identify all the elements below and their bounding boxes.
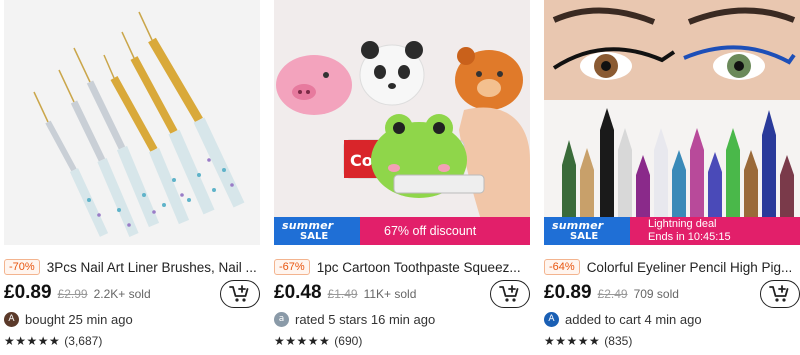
deal-countdown: Ends in 10:45:15 xyxy=(648,231,731,243)
promo-text: 67% off discount xyxy=(360,217,530,245)
activity-text: added to cart 4 min ago xyxy=(565,311,702,327)
rating: ★★★★★ (3,687) xyxy=(4,333,102,349)
promo-banner: summer SALE Lightning deal Ends in 10:45… xyxy=(544,217,800,245)
original-price: £2.99 xyxy=(57,287,88,301)
rating: ★★★★★ (835) xyxy=(544,333,632,349)
nail-brushes-image xyxy=(4,0,260,245)
sold-count: 709 sold xyxy=(633,287,679,301)
original-price: £2.49 xyxy=(597,287,628,301)
add-to-cart-icon xyxy=(229,285,249,302)
recent-activity: A added to cart 4 min ago xyxy=(544,310,702,328)
product-card[interactable]: -70% 3Pcs Nail Art Liner Brushes, Nail .… xyxy=(4,0,260,355)
activity-text: rated 5 stars 16 min ago xyxy=(295,311,436,327)
current-price: £0.89 xyxy=(4,282,52,303)
product-title[interactable]: 1pc Cartoon Toothpaste Squeez... xyxy=(317,260,530,275)
current-price: £0.48 xyxy=(274,282,322,303)
summer-sale-tag: summer SALE xyxy=(544,217,630,245)
sold-count: 11K+ sold xyxy=(363,287,417,301)
product-image-eyeliner-pencils[interactable]: summer SALE Lightning deal Ends in 10:45… xyxy=(544,0,800,245)
avatar: a xyxy=(274,311,289,327)
summer-sale-tag: summer SALE xyxy=(274,217,360,245)
recent-activity: a rated 5 stars 16 min ago xyxy=(274,310,435,328)
title-row: -64% Colorful Eyeliner Pencil High Pig..… xyxy=(544,257,800,277)
rating: ★★★★★ (690) xyxy=(274,333,362,349)
discount-badge: -64% xyxy=(544,259,580,275)
avatar: A xyxy=(4,311,19,327)
original-price: £1.49 xyxy=(327,287,358,301)
star-rating-icon: ★★★★★ xyxy=(4,334,61,348)
lightning-deal-label: Lightning deal xyxy=(648,218,717,230)
add-to-cart-button[interactable] xyxy=(220,280,260,308)
add-to-cart-button[interactable] xyxy=(760,280,800,308)
product-card[interactable]: summer SALE Lightning deal Ends in 10:45… xyxy=(544,0,800,355)
product-title[interactable]: Colorful Eyeliner Pencil High Pig... xyxy=(587,260,800,275)
title-row: -67% 1pc Cartoon Toothpaste Squeez... xyxy=(274,257,530,277)
sold-count: 2.2K+ sold xyxy=(93,287,151,301)
star-rating-icon: ★★★★★ xyxy=(274,334,331,348)
product-card[interactable]: Col summer SALE 67% off discount -67% 1p… xyxy=(274,0,530,355)
product-image-nail-brushes[interactable] xyxy=(4,0,260,245)
add-to-cart-icon xyxy=(499,285,519,302)
product-title[interactable]: 3Pcs Nail Art Liner Brushes, Nail ... xyxy=(47,260,260,275)
toothpaste-squeezer-image: Col xyxy=(274,0,530,245)
sale-label: SALE xyxy=(570,231,599,242)
activity-text: bought 25 min ago xyxy=(25,311,133,327)
discount-badge: -67% xyxy=(274,259,310,275)
product-grid: -70% 3Pcs Nail Art Liner Brushes, Nail .… xyxy=(0,0,800,355)
sale-label: SALE xyxy=(300,231,329,242)
lightning-deal: Lightning deal Ends in 10:45:15 xyxy=(630,217,800,245)
discount-badge: -70% xyxy=(4,259,40,275)
eyeliner-pencils-image xyxy=(544,0,800,245)
review-count: (690) xyxy=(334,334,363,348)
current-price: £0.89 xyxy=(544,282,592,303)
title-row: -70% 3Pcs Nail Art Liner Brushes, Nail .… xyxy=(4,257,260,277)
star-rating-icon: ★★★★★ xyxy=(544,334,601,348)
avatar: A xyxy=(544,311,559,327)
product-image-toothpaste-squeezer[interactable]: Col summer SALE 67% off discount xyxy=(274,0,530,245)
add-to-cart-icon xyxy=(769,285,789,302)
recent-activity: A bought 25 min ago xyxy=(4,310,133,328)
review-count: (3,687) xyxy=(64,334,103,348)
review-count: (835) xyxy=(604,334,633,348)
add-to-cart-button[interactable] xyxy=(490,280,530,308)
promo-banner: summer SALE 67% off discount xyxy=(274,217,530,245)
